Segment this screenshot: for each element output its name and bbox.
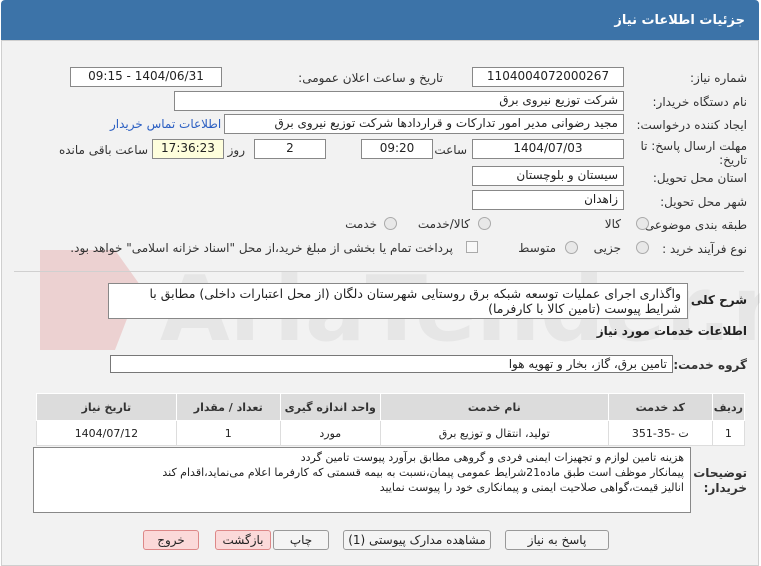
services-info-heading: اطلاعات خدمات مورد نیاز	[596, 324, 747, 338]
need-date-cell: 1404/07/12	[36, 420, 177, 446]
creator-label: ایجاد کننده درخواست:	[636, 118, 747, 132]
buyer-org-field: شرکت توزیع نیروی برق	[174, 91, 624, 111]
buyer-notes-box: هزینه تامین لوازم و تجهیزات ایمنی فردی و…	[33, 447, 691, 513]
col-name-header: نام خدمت	[379, 393, 609, 421]
service-code-cell: ت -35-351	[607, 420, 713, 446]
category-label: طبقه بندی موضوعی:	[640, 218, 747, 232]
remaining-label: ساعت باقی مانده	[58, 143, 148, 157]
buyer-contact-link[interactable]: اطلاعات تماس خریدار	[110, 117, 221, 131]
announce-datetime-label: تاریخ و ساعت اعلان عمومی:	[298, 71, 443, 85]
service-group-label: گروه خدمت:	[673, 358, 747, 372]
city-field: زاهدان	[472, 190, 624, 210]
need-number-label: شماره نیاز:	[690, 71, 747, 85]
general-desc-box: واگذاری اجرای عملیات توسعه شبکه برق روست…	[108, 283, 688, 319]
deadline-date-field: 1404/07/03	[472, 139, 624, 159]
col-row-header: ردیف	[711, 393, 746, 421]
quantity-cell: 1	[175, 420, 281, 446]
col-date-header: تاریخ نیاز	[36, 393, 177, 421]
category-service-radio[interactable]	[384, 217, 397, 230]
page-title: جزئیات اطلاعات نیاز	[614, 13, 745, 28]
province-label: استان محل تحویل:	[652, 171, 747, 185]
buyer-note-line: هزینه تامین لوازم و تجهیزات ایمنی فردی و…	[300, 451, 684, 464]
days-left-field: 2	[254, 139, 326, 159]
exit-button[interactable]: خروج	[143, 530, 199, 550]
back-button[interactable]: بازگشت	[215, 530, 271, 550]
category-goods-radio[interactable]	[636, 217, 649, 230]
city-label: شهر محل تحویل:	[660, 195, 747, 209]
table-header-row: ردیف کد خدمت نام خدمت واحد اندازه گیری ت…	[36, 393, 746, 421]
process-minor-label: جزیی	[593, 241, 621, 255]
unit-cell: مورد	[279, 420, 381, 446]
deadline-time-field: 09:20	[361, 139, 433, 159]
buyer-notes-label-line1: توضیحات	[693, 466, 747, 480]
service-name-cell: تولید، انتقال و توزیع برق	[379, 420, 609, 446]
province-field: سیستان و بلوچستان	[472, 166, 624, 186]
deadline-label-line2: تاریخ:	[719, 153, 747, 167]
view-attachments-button[interactable]: مشاهده مدارک پیوستی (1)	[343, 530, 491, 550]
category-goods-label: کالا	[604, 217, 621, 231]
print-button[interactable]: چاپ	[273, 530, 329, 550]
deadline-label-line1: مهلت ارسال پاسخ: تا	[640, 139, 747, 153]
process-minor-radio[interactable]	[636, 241, 649, 254]
creator-field: مجید رضوانی مدیر امور تدارکات و قرارداده…	[224, 114, 624, 134]
deadline-time-label: ساعت	[434, 143, 467, 157]
service-group-field: تامین برق، گاز، بخار و تهویه هوا	[110, 355, 673, 373]
need-number-field: 1104004072000267	[472, 67, 624, 87]
treasury-payment-note: پرداخت تمام یا بخشی از مبلغ خرید،از محل …	[70, 241, 453, 255]
process-medium-radio[interactable]	[565, 241, 578, 254]
buyer-notes-label-line2: خریدار:	[703, 481, 747, 495]
col-unit-header: واحد اندازه گیری	[279, 393, 381, 421]
col-code-header: کد خدمت	[607, 393, 713, 421]
col-qty-header: تعداد / مقدار	[175, 393, 281, 421]
row-number-cell: 1	[711, 420, 746, 446]
buyer-org-label: نام دستگاه خریدار:	[652, 95, 748, 109]
reply-button[interactable]: پاسخ به نیاز	[505, 530, 609, 550]
announce-datetime-field: 1404/06/31 - 09:15	[70, 67, 222, 87]
category-goods-service-label: کالا/خدمت	[417, 217, 470, 231]
category-service-label: خدمت	[345, 217, 377, 231]
table-row: 1 ت -35-351 تولید، انتقال و توزیع برق مو…	[36, 420, 746, 446]
category-goods-service-radio[interactable]	[478, 217, 491, 230]
treasury-payment-checkbox[interactable]	[466, 241, 478, 253]
page-header: جزئیات اطلاعات نیاز	[1, 0, 759, 40]
buyer-note-line: پیمانکار موظف است طبق ماده21شرایط عمومی …	[162, 466, 684, 479]
buyer-note-line: انالیز قیمت،گواهی صلاحیت ایمنی و پیمانکا…	[379, 481, 684, 494]
section-divider	[14, 271, 744, 272]
process-type-label: نوع فرآیند خرید :	[662, 242, 747, 256]
time-left-field: 17:36:23	[152, 139, 224, 159]
process-medium-label: متوسط	[518, 241, 556, 255]
services-table: ردیف کد خدمت نام خدمت واحد اندازه گیری ت…	[36, 393, 746, 446]
